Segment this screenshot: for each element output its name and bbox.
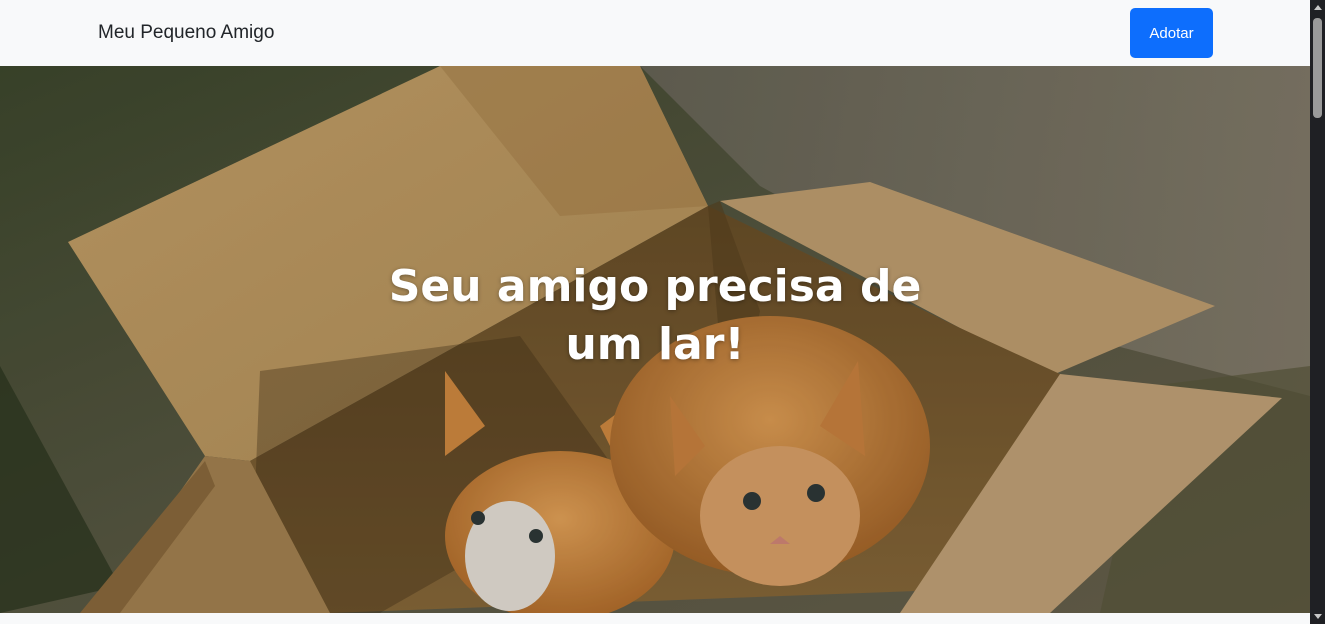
- vertical-scrollbar[interactable]: [1310, 0, 1325, 624]
- hero-section: Seu amigo precisa de um lar!: [0, 66, 1310, 613]
- brand-link[interactable]: Meu Pequeno Amigo: [98, 20, 274, 46]
- scroll-thumb[interactable]: [1313, 18, 1322, 118]
- navbar: Meu Pequeno Amigo Adotar: [0, 0, 1310, 66]
- hero-title: Seu amigo precisa de um lar!: [388, 261, 922, 370]
- page: Meu Pequeno Amigo Adotar Seu amigo preci…: [0, 0, 1310, 624]
- page-bottom-strip: [0, 613, 1310, 624]
- scroll-down-icon[interactable]: [1314, 614, 1322, 619]
- scroll-up-icon[interactable]: [1314, 5, 1322, 10]
- adopt-button[interactable]: Adotar: [1130, 8, 1213, 58]
